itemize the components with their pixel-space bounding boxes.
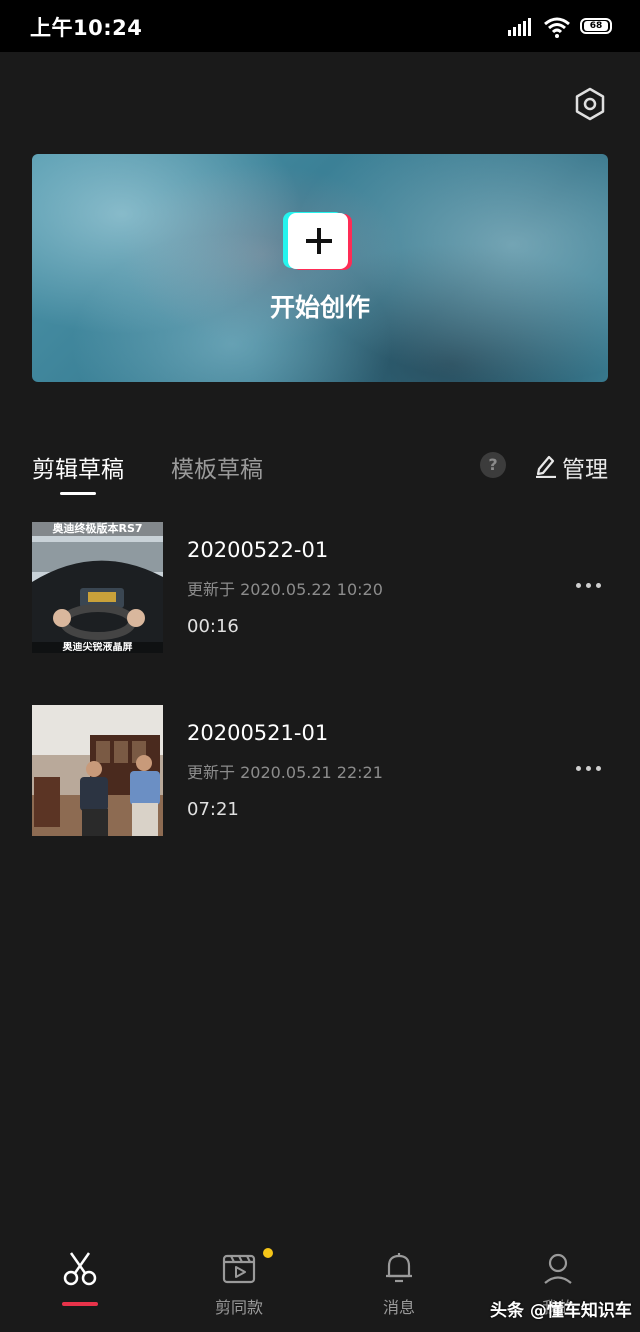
scissors-icon	[63, 1252, 97, 1286]
draft-thumbnail[interactable]	[32, 705, 163, 836]
profile-icon	[544, 1253, 572, 1284]
tab-edit-drafts[interactable]: 剪辑草稿	[32, 450, 124, 484]
create-button[interactable]	[283, 212, 352, 270]
draft-duration: 00:16	[187, 616, 239, 637]
signal-icon	[508, 18, 531, 36]
notification-badge	[263, 1248, 273, 1258]
battery-level: 68	[584, 21, 608, 31]
nav-templates[interactable]: 剪同款	[179, 1230, 299, 1330]
more-options-icon[interactable]	[572, 759, 604, 779]
draft-duration: 07:21	[187, 799, 239, 820]
draft-item[interactable]: 20200521-01 更新于 2020.05.21 22:21 07:21	[32, 705, 608, 837]
draft-updated-time: 更新于 2020.05.22 10:20	[187, 580, 383, 599]
nav-edit[interactable]	[20, 1230, 140, 1330]
wifi-icon	[544, 17, 570, 38]
settings-hexagon-icon[interactable]	[572, 86, 608, 122]
more-options-icon[interactable]	[572, 576, 604, 596]
watermark: 头条 @懂车知识车	[490, 1301, 632, 1321]
nav-label: 剪同款	[214, 1298, 263, 1317]
nav-label: 消息	[382, 1298, 415, 1317]
bell-icon	[386, 1253, 412, 1283]
thumbnail-caption-bottom: 奥迪尖锐液晶屏	[62, 642, 133, 653]
thumbnail-caption-top: 奥迪终极版本RS7	[52, 522, 143, 535]
tab-template-drafts[interactable]: 模板草稿	[171, 450, 263, 484]
draft-thumbnail[interactable]: 奥迪终极版本RS7 奥迪尖锐液晶屏	[32, 522, 163, 653]
draft-updated-time: 更新于 2020.05.21 22:21	[187, 763, 383, 782]
draft-title: 20200522-01	[187, 538, 329, 562]
draft-title: 20200521-01	[187, 721, 329, 745]
status-time: 上午10:24	[30, 16, 143, 40]
active-tab-indicator	[60, 492, 96, 495]
clapperboard-play-icon	[222, 1254, 256, 1284]
draft-item[interactable]: 奥迪终极版本RS7 奥迪尖锐液晶屏 20200522-01 更新于 2020.0…	[32, 522, 608, 654]
help-icon[interactable]: ?	[480, 452, 506, 478]
create-label: 开始创作	[269, 293, 370, 322]
status-bar: 上午10:24 68	[0, 0, 640, 52]
active-nav-indicator	[62, 1302, 98, 1306]
manage-label: 管理	[562, 457, 608, 483]
edit-pencil-icon	[536, 455, 556, 478]
battery-icon: 68	[580, 18, 612, 34]
nav-messages[interactable]: 消息	[339, 1230, 459, 1330]
